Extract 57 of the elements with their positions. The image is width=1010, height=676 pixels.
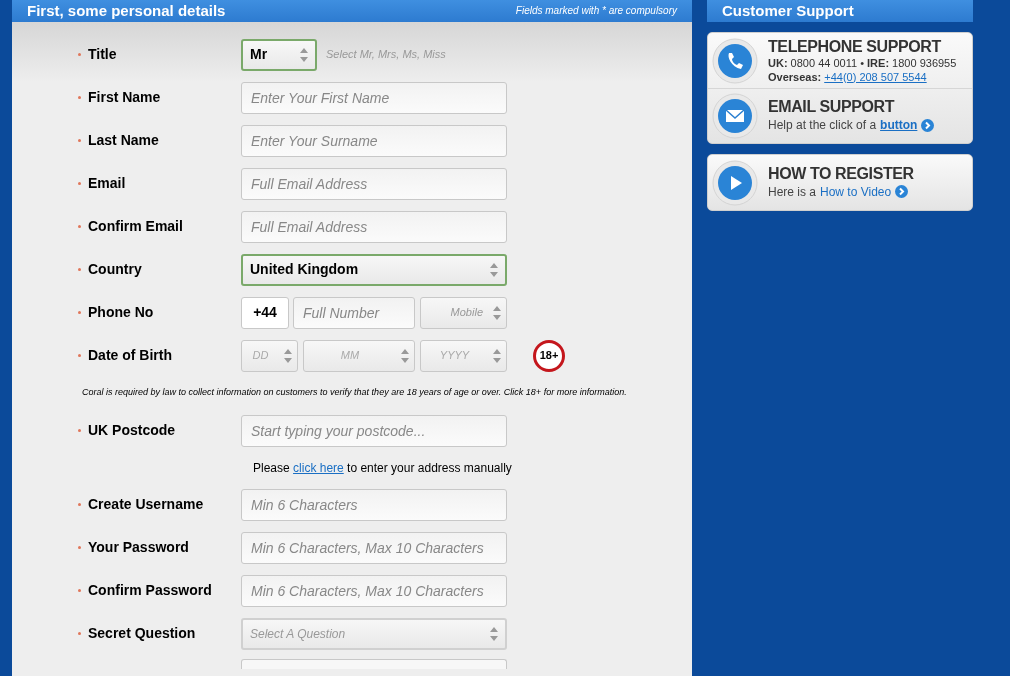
text-field[interactable]: Start typing your postcode... — [241, 414, 507, 447]
manual-address-text: Please click here to enter your address manually — [253, 459, 512, 477]
overseas-phone-link[interactable]: +44(0) 208 507 5544 — [824, 69, 927, 84]
card-text: Help at the click of a — [768, 117, 877, 134]
phone-numbers: UK: 0800 44 0011 • IRE: 1800 936955 — [768, 55, 957, 70]
card-heading: TELEPHONE SUPPORT — [768, 37, 942, 56]
field-label: Your Password — [88, 538, 189, 557]
video-link[interactable]: How to Video — [820, 182, 892, 201]
phone-field[interactable]: Full Number — [293, 296, 415, 329]
select-field[interactable]: United Kingdom — [241, 253, 507, 286]
button-link[interactable]: button — [880, 116, 918, 134]
chevron-icon — [921, 118, 935, 132]
field-label: First Name — [88, 88, 161, 107]
legal-note: Coral is required by law to collect information on customers to verify that they are 18 years of age or over. Click 18+ for more information. — [82, 386, 627, 400]
updown-icon — [493, 348, 501, 363]
chevron-icon — [895, 185, 909, 198]
card-heading: HOW TO REGISTER — [768, 164, 914, 183]
hint-text: Select Mr, Mrs, Ms, Miss — [326, 47, 446, 63]
text-field[interactable]: Min 6 Characters — [241, 488, 507, 521]
text-field[interactable]: Full Email Address — [241, 210, 507, 243]
select-field[interactable]: Mr — [241, 38, 317, 71]
updown-icon — [493, 305, 501, 320]
text-field[interactable]: Min 6 Characters, Max 10 Characters — [241, 574, 507, 607]
play-icon — [712, 159, 758, 206]
field-label: Date of Birth — [88, 346, 172, 365]
click-here-link[interactable]: click here — [293, 460, 344, 475]
envelope-icon — [712, 93, 758, 139]
phone-icon — [712, 37, 758, 84]
card-heading: EMAIL SUPPORT — [768, 98, 896, 116]
select-field[interactable]: Select A Question — [241, 617, 507, 650]
field-label: Country — [88, 260, 142, 279]
field-label: Confirm Email — [88, 217, 183, 236]
field-label: Last Name — [88, 131, 159, 150]
select-field[interactable]: Mobile — [420, 296, 507, 329]
updown-icon — [401, 348, 409, 363]
support-header: Customer Support — [707, 0, 973, 22]
field-label: UK Postcode — [88, 421, 176, 440]
updown-icon — [300, 47, 308, 62]
select-field[interactable] — [241, 659, 507, 669]
field-label: Create Username — [88, 495, 204, 514]
field-label: Title — [88, 45, 117, 64]
field-label: Confirm Password — [88, 581, 212, 600]
overseas-label: Overseas: — [768, 69, 822, 84]
code-field[interactable]: +44 — [241, 296, 289, 329]
text-field[interactable]: Enter Your Surname — [241, 124, 507, 157]
text-field[interactable]: Min 6 Characters, Max 10 Characters — [241, 531, 507, 564]
text-field[interactable]: Full Email Address — [241, 167, 507, 200]
age-badge[interactable]: 18+ — [533, 339, 565, 372]
updown-icon — [490, 262, 498, 277]
updown-icon — [284, 348, 292, 363]
field-label: Email — [88, 174, 126, 193]
card-text: Here is a — [768, 183, 817, 201]
form-header: First, some personal details Fields marked with * are compulsory — [12, 0, 692, 22]
field-label: Secret Question — [88, 624, 196, 643]
field-label: Phone No — [88, 303, 154, 322]
updown-icon — [490, 626, 498, 641]
text-field[interactable]: Enter Your First Name — [241, 81, 507, 114]
